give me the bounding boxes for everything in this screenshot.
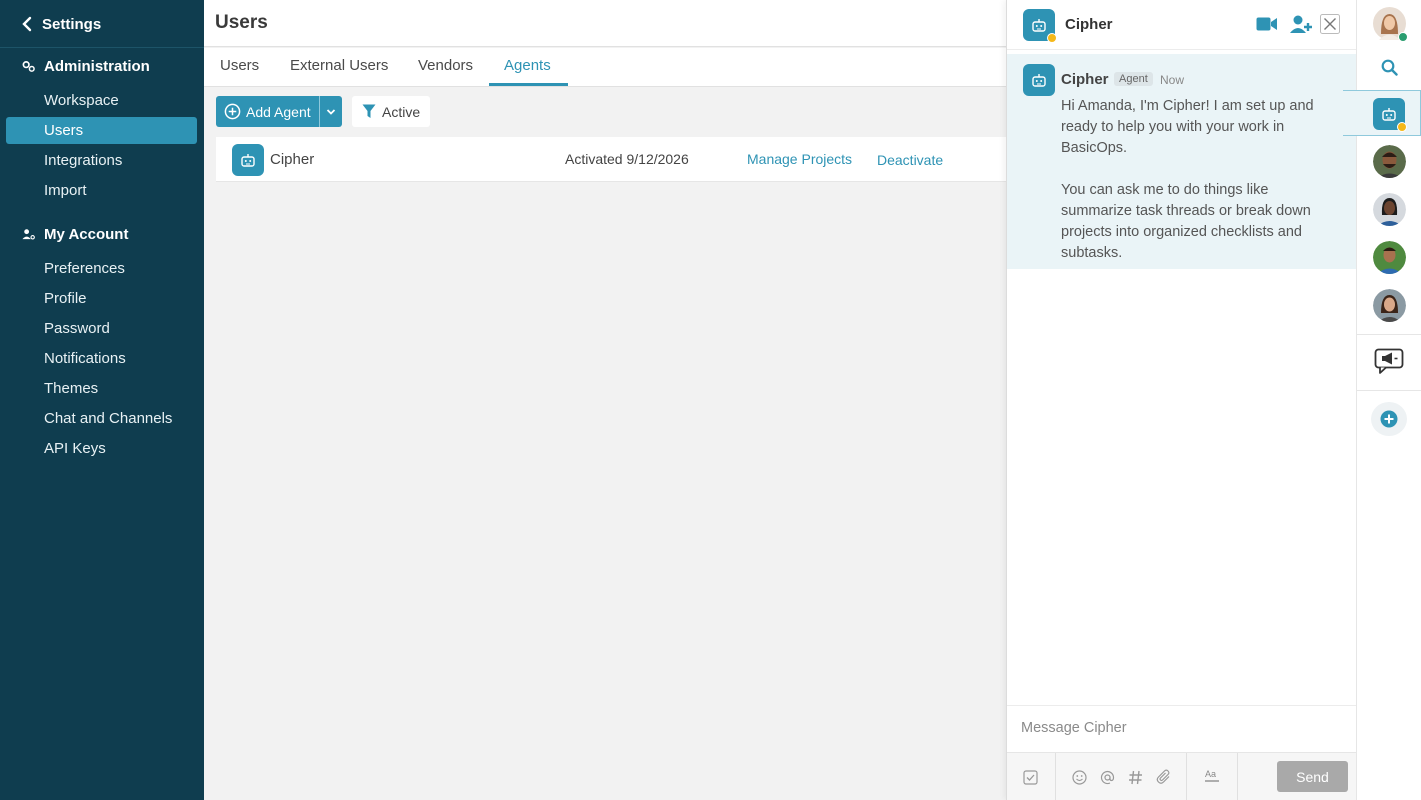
rail-divider [1357,334,1421,335]
filter-icon [362,104,376,118]
section-title: My Account [44,226,129,243]
top-bar: Users [204,0,1006,47]
rail-contact-avatar[interactable] [1373,289,1406,322]
robot-icon [241,154,255,167]
back-to-settings-button[interactable]: Settings [22,14,101,34]
sidebar-divider [0,47,204,48]
contact-avatar-image [1373,289,1406,322]
deactivate-link[interactable]: Deactivate [877,152,943,168]
section-administration: Administration [22,58,150,75]
sidebar-item-api-keys[interactable]: API Keys [6,435,197,462]
current-user-avatar[interactable] [1373,7,1408,42]
message-input[interactable] [1021,720,1341,736]
announcement-icon[interactable] [1374,348,1404,374]
tab-agents[interactable]: Agents [489,48,568,86]
rail-agent-cipher[interactable] [1373,98,1407,132]
main-content: Users Users External Users Vendors Agent… [204,0,1006,800]
hashtag-icon[interactable] [1128,770,1143,785]
robot-icon [1032,74,1046,87]
text-format-icon[interactable]: Aa [1204,768,1220,784]
sidebar-item-integrations[interactable]: Integrations [6,147,197,174]
sidebar-item-chat-and-channels[interactable]: Chat and Channels [6,405,197,432]
user-gear-icon [22,229,35,240]
agent-avatar [232,144,264,176]
sidebar-item-preferences[interactable]: Preferences [6,255,197,282]
robot-icon [1382,108,1396,121]
message-author: Cipher [1061,71,1109,88]
message-composer [1007,705,1357,752]
chat-title: Cipher [1065,16,1113,33]
add-chat-button[interactable] [1371,402,1407,436]
message-body: Hi Amanda, I'm Cipher! I am set up and r… [1061,96,1341,285]
svg-text:Aa: Aa [1205,769,1216,779]
rail-contact-avatar[interactable] [1373,241,1406,274]
plus-circle-icon [1380,410,1398,428]
chevron-down-icon [326,108,335,115]
mention-icon[interactable] [1100,770,1115,785]
add-agent-label: Add Agent [246,103,311,120]
contact-avatar-image [1373,193,1406,226]
active-filter-button[interactable]: Active [352,96,431,127]
sidebar-item-users[interactable]: Users [6,117,197,144]
manage-projects-link[interactable]: Manage Projects [747,151,852,167]
message-avatar [1023,64,1055,96]
sidebar-item-password[interactable]: Password [6,315,197,342]
sidebar-item-themes[interactable]: Themes [6,375,197,402]
filter-label: Active [382,103,421,120]
agent-name: Cipher [270,151,315,168]
section-title: Administration [44,58,150,75]
back-label: Settings [42,15,102,33]
close-icon[interactable] [1320,14,1340,34]
contact-avatar-image [1373,145,1406,178]
tab-bar: Users External Users Vendors Agents [204,48,1006,87]
agent-badge: Agent [1114,72,1153,86]
rail-contact-avatar[interactable] [1373,145,1406,178]
gears-icon [22,61,35,72]
composer-toolbar: Aa Send [1007,752,1357,800]
toolbar-divider [1055,753,1056,800]
chevron-left-icon [22,16,32,32]
contact-avatar-image [1373,241,1406,274]
robot-icon [1032,19,1046,32]
attachment-icon[interactable] [1156,769,1172,785]
tab-external-users[interactable]: External Users [275,48,403,86]
status-away-indicator [1047,33,1057,43]
add-agent-button[interactable]: Add Agent [216,96,319,127]
sidebar-item-notifications[interactable]: Notifications [6,345,197,372]
message-paragraph: Hi Amanda, I'm Cipher! I am set up and r… [1061,98,1314,156]
message-paragraph: You can ask me to do things like summari… [1061,182,1311,261]
plus-circle-icon [224,103,241,120]
section-my-account: My Account [22,226,128,243]
page-title: Users [215,12,268,33]
message-time: Now [1160,73,1185,87]
sidebar-item-import[interactable]: Import [6,177,197,204]
toolbar-divider [1237,753,1238,800]
rail-divider [1357,390,1421,391]
add-agent-dropdown-button[interactable] [318,96,342,127]
send-button[interactable]: Send [1277,761,1348,792]
settings-sidebar: Settings Administration Workspace Users … [0,0,204,800]
add-user-icon[interactable] [1289,14,1313,34]
tab-vendors[interactable]: Vendors [403,48,488,86]
table-row: Cipher Activated 9/12/2026 Manage Projec… [216,137,1006,182]
chat-message: Cipher Agent Now Hi Amanda, I'm Cipher! … [1007,54,1357,269]
rail-contact-avatar[interactable] [1373,193,1406,226]
emoji-icon[interactable] [1072,770,1087,785]
checklist-icon[interactable] [1023,770,1038,785]
search-icon[interactable] [1381,59,1398,76]
right-rail [1343,0,1421,800]
status-away-indicator [1397,122,1407,132]
chat-header: Cipher [1007,0,1357,50]
agent-status: Activated 9/12/2026 [565,151,689,167]
add-agent-split-button: Add Agent [216,96,342,127]
chat-panel: Cipher Cipher Agent Now Hi Amanda, I'm C… [1006,0,1357,800]
video-call-icon[interactable] [1256,16,1278,32]
tab-users[interactable]: Users [205,48,274,86]
chat-agent-avatar [1023,9,1057,43]
status-online-indicator [1398,32,1408,42]
toolbar-divider [1186,753,1187,800]
sidebar-item-workspace[interactable]: Workspace [6,87,197,114]
sidebar-item-profile[interactable]: Profile [6,285,197,312]
